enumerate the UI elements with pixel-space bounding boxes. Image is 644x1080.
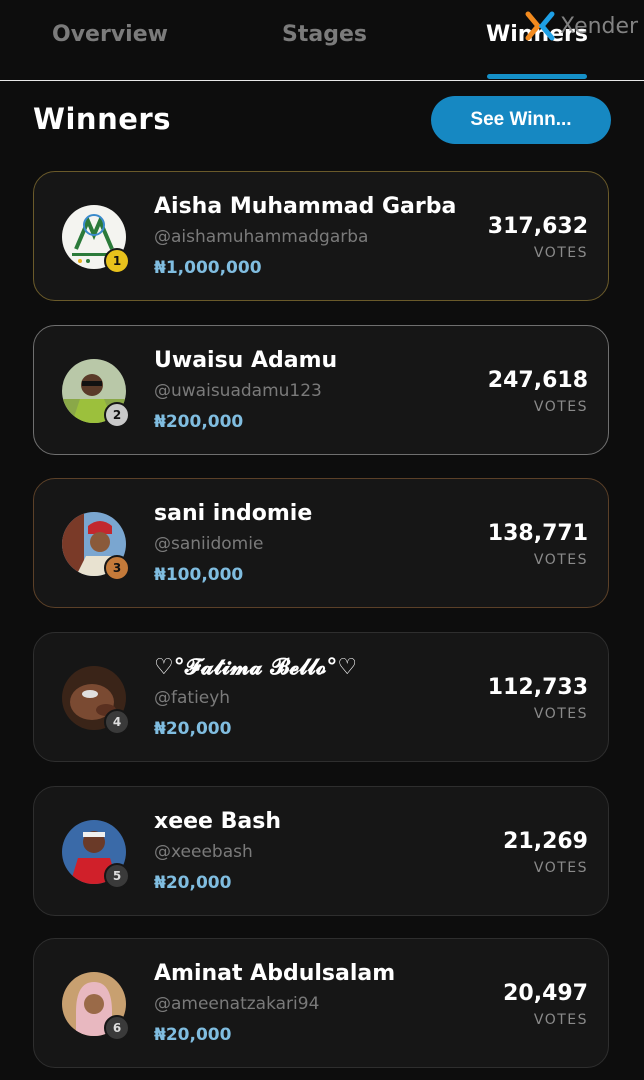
vote-count: 21,269: [503, 829, 588, 854]
active-tab-indicator: [487, 74, 587, 79]
winner-card[interactable]: 2 Uwaisu Adamu @uwaisuadamu123 ₦200,000 …: [33, 325, 609, 455]
rank-badge: 1: [104, 248, 130, 274]
see-winners-button[interactable]: See Winn...: [431, 96, 611, 144]
winner-name: xeee Bash: [154, 809, 281, 834]
winner-name: Aminat Abdulsalam: [154, 961, 396, 986]
winner-handle: @ameenatzakari94: [154, 994, 320, 1014]
winner-prize: ₦20,000: [154, 873, 232, 893]
winner-name: ♡°𝓕𝓪𝓽𝓲𝓶𝓪 𝓑𝓮𝓵𝓵𝓸°♡: [154, 655, 358, 680]
vote-count: 20,497: [503, 981, 588, 1006]
vote-count: 112,733: [487, 675, 588, 700]
winner-handle: @saniidomie: [154, 534, 264, 554]
rank-badge: 2: [104, 402, 130, 428]
winner-handle: @fatieyh: [154, 688, 231, 708]
tab-overview[interactable]: Overview: [52, 22, 168, 47]
winner-card[interactable]: 6 Aminat Abdulsalam @ameenatzakari94 ₦20…: [33, 938, 609, 1068]
votes-label: VOTES: [533, 245, 588, 261]
rank-badge: 6: [104, 1015, 130, 1041]
winner-card[interactable]: 4 ♡°𝓕𝓪𝓽𝓲𝓶𝓪 𝓑𝓮𝓵𝓵𝓸°♡ @fatieyh ₦20,000 112,…: [33, 632, 609, 762]
winner-card[interactable]: 1 Aisha Muhammad Garba @aishamuhammadgar…: [33, 171, 609, 301]
winner-prize: ₦20,000: [154, 719, 232, 739]
winner-name: Uwaisu Adamu: [154, 348, 338, 373]
vote-count: 138,771: [487, 521, 588, 546]
winner-prize: ₦200,000: [154, 412, 244, 432]
winner-prize: ₦1,000,000: [154, 258, 262, 278]
tab-stages[interactable]: Stages: [282, 22, 367, 47]
winner-name: Aisha Muhammad Garba: [154, 194, 457, 219]
winner-card[interactable]: 3 sani indomie @saniidomie ₦100,000 138,…: [33, 478, 609, 608]
votes-label: VOTES: [533, 1012, 588, 1028]
votes-label: VOTES: [533, 860, 588, 876]
xender-watermark: Xender: [524, 10, 638, 42]
winner-handle: @aishamuhammadgarba: [154, 227, 369, 247]
winner-prize: ₦100,000: [154, 565, 244, 585]
votes-label: VOTES: [533, 706, 588, 722]
vote-count: 317,632: [487, 214, 588, 239]
votes-label: VOTES: [533, 399, 588, 415]
rank-badge: 3: [104, 555, 130, 581]
page-title: Winners: [33, 102, 171, 136]
rank-badge: 4: [104, 709, 130, 735]
watermark-text: Xender: [560, 13, 639, 39]
xender-logo-icon: [525, 11, 555, 41]
winner-handle: @xeeebash: [154, 842, 253, 862]
winner-card[interactable]: 5 xeee Bash @xeeebash ₦20,000 21,269 VOT…: [33, 786, 609, 916]
winner-handle: @uwaisuadamu123: [154, 381, 322, 401]
rank-badge: 5: [104, 863, 130, 889]
winner-name: sani indomie: [154, 501, 313, 526]
vote-count: 247,618: [487, 368, 588, 393]
votes-label: VOTES: [533, 552, 588, 568]
winner-prize: ₦20,000: [154, 1025, 232, 1045]
